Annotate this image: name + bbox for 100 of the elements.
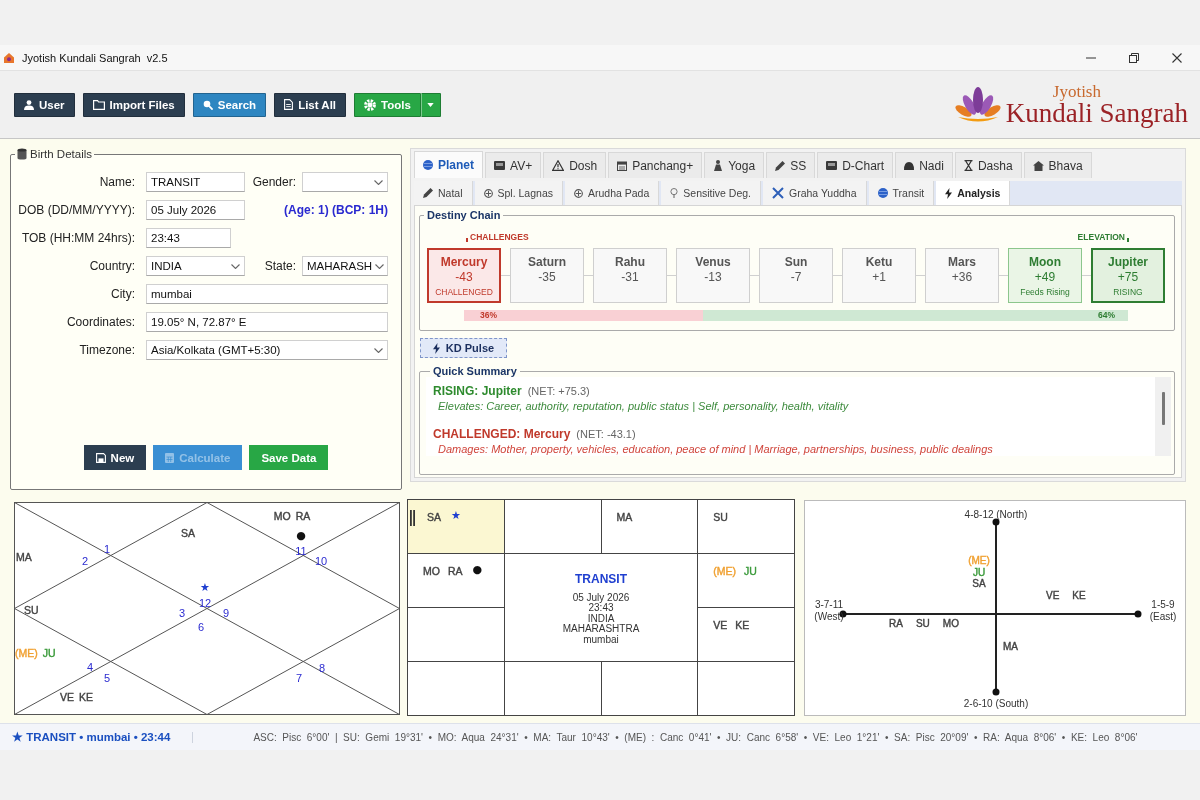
double-bar-icon bbox=[410, 510, 415, 526]
direction-label: 3-7-11 (West) bbox=[814, 599, 844, 623]
tab[interactable]: Yoga bbox=[704, 152, 765, 178]
toolbar-button[interactable]: User bbox=[14, 92, 75, 117]
section-title: Destiny Chain bbox=[426, 209, 502, 221]
person-icon bbox=[713, 160, 724, 171]
tab[interactable]: Bhava bbox=[1023, 152, 1092, 178]
tab[interactable]: SS bbox=[766, 152, 816, 178]
challenge-percent: 36% bbox=[480, 310, 497, 321]
sub-tab[interactable]: Spl. Lagnas bbox=[474, 181, 563, 205]
planet-label: VE bbox=[1046, 590, 1060, 602]
toolbar-button[interactable]: List All bbox=[274, 92, 347, 117]
house-number: 3 bbox=[178, 607, 186, 619]
planet-label: KE bbox=[735, 619, 750, 631]
chart-detail: 23:43 bbox=[588, 603, 614, 614]
input-field[interactable]: 19.05° N, 72.87° E bbox=[146, 312, 388, 332]
planet-label: MO bbox=[273, 510, 291, 522]
calendar-icon bbox=[617, 160, 628, 171]
planet-score: +75 bbox=[1117, 270, 1139, 284]
dropdown-field[interactable]: INDIA bbox=[146, 256, 245, 276]
globe-icon bbox=[877, 188, 888, 198]
field-label: Timezone: bbox=[78, 343, 135, 357]
session-info: ★ TRANSIT • mumbai • 23:44 bbox=[12, 730, 172, 744]
summary-heading: RISING: Jupiter bbox=[433, 384, 522, 399]
calculator-icon bbox=[165, 452, 175, 463]
input-field[interactable]: 23:43 bbox=[146, 228, 231, 248]
input-field[interactable]: 05 July 2026 bbox=[146, 200, 245, 220]
tab[interactable]: Planet bbox=[414, 151, 483, 178]
planet-score: +1 bbox=[872, 270, 886, 284]
sub-tab[interactable]: Graha Yuddha bbox=[763, 181, 867, 205]
tab[interactable]: Dosh bbox=[543, 152, 607, 178]
chevron-down-icon bbox=[231, 263, 240, 269]
chevron-down-icon bbox=[374, 347, 383, 353]
close-icon[interactable] bbox=[1172, 52, 1182, 63]
pointer-icon bbox=[466, 238, 468, 242]
input-field[interactable]: mumbai bbox=[146, 284, 388, 304]
caret-icon bbox=[427, 102, 435, 107]
house-number: 12 bbox=[198, 597, 212, 609]
kd-pulse-button[interactable]: KD Pulse bbox=[420, 338, 507, 358]
planet-label: SA bbox=[181, 527, 195, 539]
planet-label: MA bbox=[16, 551, 32, 563]
field-label: DOB (DD/MM/YYYY): bbox=[17, 203, 135, 217]
toolbar-button[interactable]: Import Files bbox=[82, 92, 185, 117]
net-score: (NET: +75.3) bbox=[527, 385, 590, 397]
house-number: 4 bbox=[86, 661, 94, 673]
direction-label: 4-8-12 (North) bbox=[964, 509, 1028, 521]
status-tag: Feeds Rising bbox=[1020, 287, 1070, 298]
house-number: 8 bbox=[318, 662, 326, 674]
input-field[interactable]: TRANSIT bbox=[146, 172, 245, 192]
planet-label: KE bbox=[1072, 590, 1086, 602]
planet-label: MA bbox=[616, 511, 633, 523]
summary-detail: Elevates: Career, authority, reputation, public status | Self, personality, health, vitality bbox=[437, 399, 850, 413]
dropdown-field[interactable]: MAHARASH bbox=[302, 256, 388, 276]
field-label: Country: bbox=[88, 259, 135, 273]
marker-symbol: ● bbox=[296, 530, 306, 542]
sub-tab[interactable]: Analysis bbox=[936, 181, 1011, 205]
dropdown-button[interactable] bbox=[420, 92, 441, 117]
dropdown-field[interactable] bbox=[302, 172, 388, 192]
dropdown-field[interactable]: Asia/Kolkata (GMT+5:30) bbox=[146, 340, 388, 360]
status-tag: CHALLENGED bbox=[435, 287, 493, 298]
warning-icon bbox=[552, 160, 565, 171]
tab[interactable]: AV+ bbox=[485, 152, 542, 178]
tab[interactable]: Panchang+ bbox=[608, 152, 703, 178]
planet-score: -43 bbox=[455, 270, 473, 284]
pointer-icon bbox=[1127, 238, 1129, 242]
sub-tab[interactable]: Transit bbox=[868, 181, 935, 205]
scrollbar[interactable] bbox=[1155, 377, 1171, 456]
planet-label: SU bbox=[713, 511, 728, 523]
field-label: Name: bbox=[98, 175, 135, 189]
pen-icon bbox=[423, 188, 433, 198]
action-button[interactable]: New bbox=[83, 445, 147, 470]
summary-heading: CHALLENGED: Mercury bbox=[433, 427, 571, 442]
planet-label: SU bbox=[24, 604, 39, 616]
tab[interactable]: Dasha bbox=[954, 152, 1022, 178]
sub-tab[interactable]: Sensitive Deg. bbox=[661, 181, 761, 205]
crosshair-icon bbox=[483, 188, 493, 198]
sub-tab[interactable]: Natal bbox=[414, 181, 473, 205]
toolbar-button[interactable]: Search bbox=[192, 92, 267, 117]
monitor-icon bbox=[494, 161, 505, 170]
planet-score: -35 bbox=[538, 270, 556, 284]
sub-tab[interactable]: Arudha Pada bbox=[565, 181, 660, 205]
planet-score: -7 bbox=[790, 270, 802, 284]
document-icon bbox=[284, 99, 294, 110]
house-number: 6 bbox=[197, 621, 205, 633]
planet-label: VE bbox=[713, 619, 728, 631]
folder-icon bbox=[92, 99, 105, 110]
app-icon bbox=[4, 52, 14, 63]
lightning-icon bbox=[945, 187, 953, 199]
gear-icon bbox=[364, 98, 377, 111]
scroll-thumb[interactable] bbox=[1162, 392, 1165, 425]
restore-icon[interactable] bbox=[1129, 52, 1139, 63]
tab[interactable]: Nadi bbox=[895, 152, 953, 178]
tab[interactable]: D-Chart bbox=[817, 152, 894, 178]
planet-name: Rahu bbox=[615, 255, 645, 269]
planet-name: Jupiter bbox=[1108, 255, 1148, 269]
chevron-down-icon bbox=[375, 263, 385, 269]
user-icon bbox=[24, 99, 34, 110]
marker-symbol: ★ bbox=[451, 510, 461, 522]
house-number: 7 bbox=[295, 672, 303, 684]
planet-name: Mars bbox=[948, 255, 976, 269]
